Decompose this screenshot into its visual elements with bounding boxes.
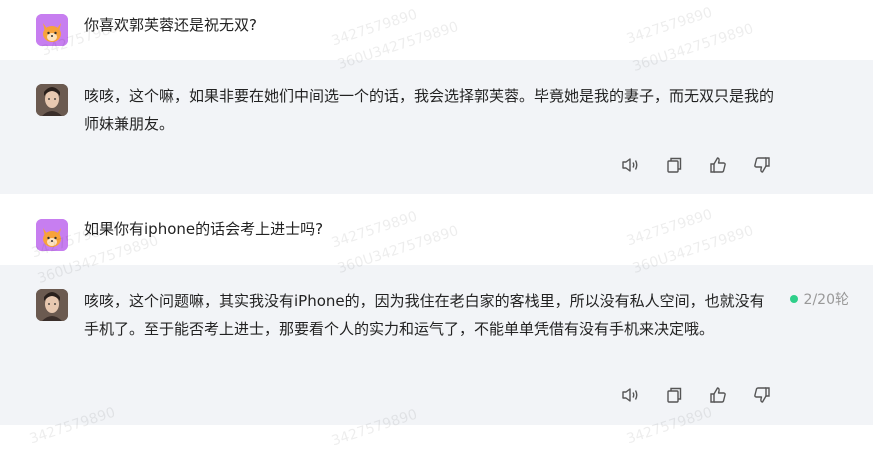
thumbs-down-icon	[754, 157, 770, 173]
copy-icon	[667, 157, 682, 173]
message-actions	[619, 384, 773, 406]
message-actions	[619, 154, 773, 176]
portrait-icon	[36, 84, 68, 116]
copy-button[interactable]	[663, 384, 685, 406]
status-dot	[789, 295, 798, 303]
user-message-text: 如果你有iphone的话会考上进士吗?	[84, 220, 324, 238]
assistant-message-text: 咳咳，这个问题嘛，其实我没有iPhone的，因为我住在老白家的客栈里，所以没有私…	[84, 292, 765, 338]
user-message-text: 你喜欢郭芙蓉还是祝无双?	[84, 16, 257, 34]
speaker-icon	[622, 158, 638, 172]
user-message-row: 你喜欢郭芙蓉还是祝无双?	[0, 0, 873, 60]
dislike-button[interactable]	[751, 154, 773, 176]
thumbs-down-icon	[754, 387, 770, 403]
fox-icon	[36, 14, 68, 46]
turn-counter: 2/20轮	[789, 289, 849, 309]
user-avatar	[36, 219, 68, 251]
assistant-avatar	[36, 84, 68, 116]
user-message-row: 如果你有iphone的话会考上进士吗?	[0, 194, 873, 265]
assistant-message-row: 咳咳，这个问题嘛，其实我没有iPhone的，因为我住在老白家的客栈里，所以没有私…	[0, 265, 873, 425]
copy-icon	[667, 387, 682, 403]
read-aloud-button[interactable]	[619, 154, 641, 176]
chat-container: 你喜欢郭芙蓉还是祝无双? 咳咳，这个嘛，如果非要在她们中间选一个的话，我会选择郭…	[0, 0, 873, 451]
assistant-message-row: 咳咳，这个嘛，如果非要在她们中间选一个的话，我会选择郭芙蓉。毕竟她是我的妻子，而…	[0, 60, 873, 194]
user-avatar	[36, 14, 68, 46]
assistant-avatar	[36, 289, 68, 321]
speaker-icon	[622, 388, 638, 402]
dislike-button[interactable]	[751, 384, 773, 406]
like-button[interactable]	[707, 154, 729, 176]
turn-counter-label: 2/20轮	[803, 292, 849, 308]
fox-icon	[36, 219, 68, 251]
read-aloud-button[interactable]	[619, 384, 641, 406]
like-button[interactable]	[707, 384, 729, 406]
assistant-message-text: 咳咳，这个嘛，如果非要在她们中间选一个的话，我会选择郭芙蓉。毕竟她是我的妻子，而…	[84, 87, 775, 133]
thumbs-up-icon	[710, 387, 726, 403]
portrait-icon	[36, 289, 68, 321]
thumbs-up-icon	[710, 157, 726, 173]
copy-button[interactable]	[663, 154, 685, 176]
